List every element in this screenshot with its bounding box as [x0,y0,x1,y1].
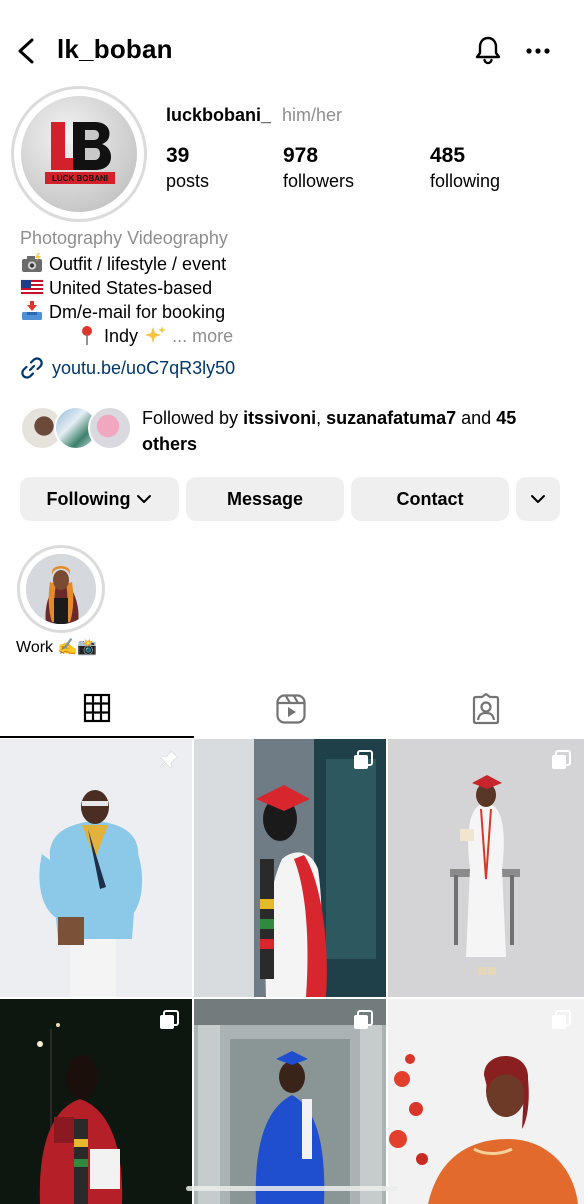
grid-icon [83,693,111,723]
posts-count: 39 [166,144,190,167]
bio-line: Dm/e-mail for booking [20,300,225,324]
sparkles-icon [145,326,167,343]
bio-text: Dm/e-mail for booking [49,302,226,322]
link-icon [21,357,43,379]
bio-line: United States-based [20,276,212,300]
post-thumbnail[interactable] [0,999,192,1204]
followers-count: 978 [283,144,319,167]
following-stat[interactable]: 485 following [430,143,500,193]
contact-button-label: Contact [396,488,464,509]
followed-by-prefix: Followed by [142,408,244,428]
tab-posts-grid[interactable] [0,680,194,738]
link-text: youtu.be/uoC7qR3ly50 [52,357,236,378]
suggested-accounts-button[interactable] [516,477,560,521]
carousel-icon [552,750,571,769]
carousel-icon [354,750,373,769]
page-title: lk_boban [57,34,173,64]
followed-by-separator: , [316,408,327,428]
inbox-tray-icon [22,301,42,320]
bell-icon[interactable] [472,34,504,66]
tagged-icon [472,693,500,725]
highlight-photo-icon [26,554,96,624]
bio-location-text: Indy [104,326,139,346]
pronouns: him/her [282,105,343,125]
tab-tagged[interactable] [389,680,583,738]
post-thumbnail[interactable] [0,739,192,997]
carousel-icon [552,1010,571,1029]
lb-logo-icon: LUCK BOBANI [45,122,115,184]
bio-text: Outfit / lifestyle / event [49,254,227,274]
back-chevron-icon[interactable] [12,36,40,66]
profile-category: Photography Videography [20,228,228,248]
tab-reels[interactable] [194,680,388,738]
mutual-user-2[interactable]: suzanafatuma7 [326,408,456,428]
post-photo-icon [0,739,192,997]
contact-button[interactable]: Contact [351,477,509,521]
highlight-cover [26,554,96,624]
profile-link[interactable]: youtu.be/uoC7qR3ly50 [20,356,235,380]
carousel-icon [354,1010,373,1029]
username: luckbobani_ [166,105,272,125]
pinned-icon [159,750,179,769]
profile-tabs [0,680,584,738]
reels-icon [276,694,306,724]
posts-label: posts [166,171,210,191]
home-indicator[interactable] [186,1186,398,1191]
chevron-down-icon [137,495,152,503]
profile-avatar[interactable]: LUCK BOBANI [11,86,147,222]
followers-label: followers [283,171,355,191]
message-button-label: Message [226,488,304,509]
bio-text: United States-based [49,278,213,298]
followers-stat[interactable]: 978 followers [283,143,354,193]
us-flag-icon [20,279,44,296]
highlight-label: Work ✍️📸 [16,639,98,656]
bio-more-link[interactable]: ... more [172,326,233,346]
post-thumbnail[interactable] [388,739,584,997]
post-photo-icon [388,739,584,997]
following-button-label: Following [46,488,131,509]
mutual-followers-avatars[interactable] [20,406,135,452]
story-highlight[interactable] [17,545,105,633]
profile-header: lk_boban [0,0,584,100]
pin-icon [82,326,92,345]
camera-flash-icon [22,253,42,272]
following-count: 485 [430,144,466,167]
posts-stat[interactable]: 39 posts [166,143,209,193]
bio-line: Outfit / lifestyle / event [20,252,226,276]
mutual-user-1[interactable]: itssivoni [243,408,316,428]
avatar-logo-text: LUCK BOBANI [52,174,108,183]
following-label: following [430,171,501,191]
post-thumbnail[interactable] [194,739,386,997]
chevron-down-icon [531,495,545,503]
mutual-avatar [88,406,132,450]
post-thumbnail[interactable] [194,999,386,1204]
carousel-icon [160,1010,179,1029]
followed-by-and: and [456,408,497,428]
more-options-icon[interactable] [524,38,552,64]
avatar-logo: LUCK BOBANI [21,96,137,212]
bio-location-line: Indy ... more [75,324,233,348]
post-photo-icon [194,739,386,997]
following-button[interactable]: Following [20,477,179,521]
post-thumbnail[interactable] [388,999,584,1204]
followed-by-text[interactable]: Followed by itssivoni, suzanafatuma7 and… [142,405,562,457]
posts-grid [0,739,584,1204]
message-button[interactable]: Message [186,477,344,521]
